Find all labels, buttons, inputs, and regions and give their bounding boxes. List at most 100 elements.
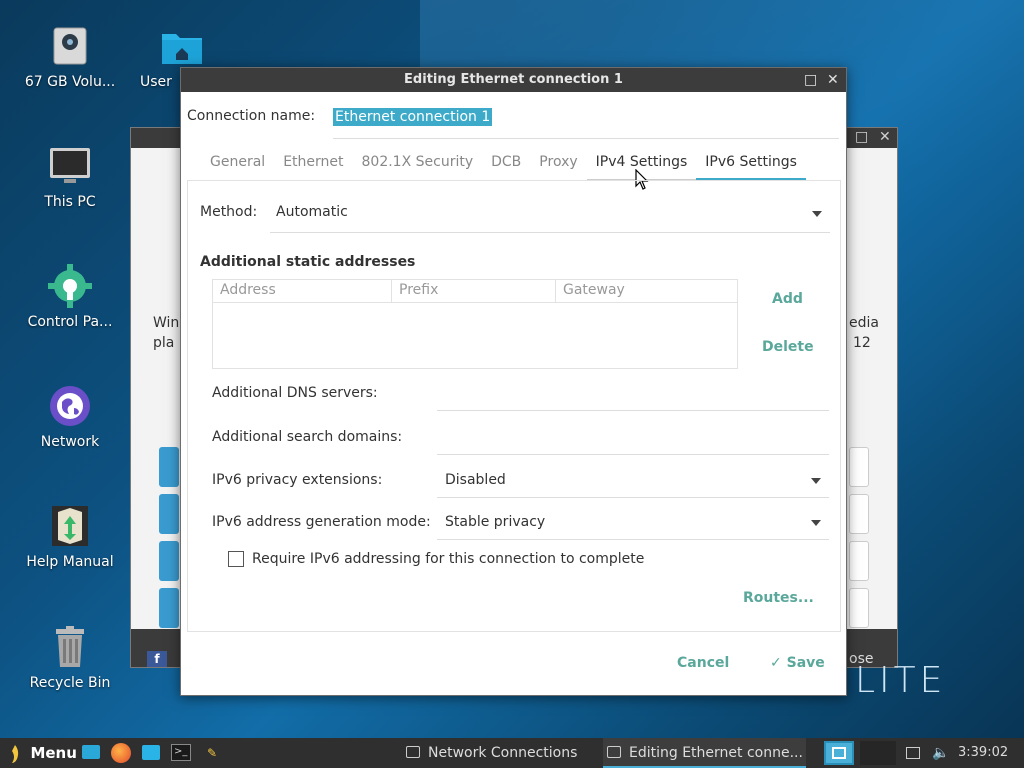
maximize-icon[interactable]: □ [855, 129, 868, 145]
desktop-icon-this-pc[interactable]: This PC [20, 144, 120, 210]
background-tile [159, 541, 179, 581]
dropdown-arrow-icon [811, 478, 821, 484]
window-icon [406, 746, 420, 758]
dns-servers-input[interactable] [437, 377, 829, 411]
branding-text: LITE [855, 660, 947, 701]
network-tray-icon[interactable] [824, 741, 854, 765]
dns-servers-label: Additional DNS servers: [212, 385, 378, 401]
background-tile [159, 447, 179, 487]
background-tile [159, 588, 179, 628]
delete-button[interactable]: Delete [762, 339, 814, 355]
gear-icon [48, 264, 92, 308]
files-launcher-icon[interactable] [82, 745, 100, 759]
desktop-icon-recycle-bin[interactable]: Recycle Bin [20, 625, 120, 691]
dialog-footer: Cancel ✓ Save [181, 633, 846, 695]
dropdown-arrow-icon [811, 520, 821, 526]
help-manual-icon [48, 504, 92, 548]
background-text-left: Win pla [153, 315, 180, 351]
address-generation-label: IPv6 address generation mode: [212, 514, 431, 530]
window-icon [607, 746, 621, 758]
require-ipv6-label: Require IPv6 addressing for this connect… [252, 551, 645, 567]
ipv6-settings-panel: Method: Automatic Additional static addr… [187, 180, 841, 632]
task-network-connections[interactable]: Network Connections [402, 738, 598, 768]
tab-bar: General Ethernet 802.1X Security DCB Pro… [201, 154, 806, 180]
desktop-icon-label: This PC [44, 194, 96, 210]
display-tray-icon[interactable] [906, 747, 920, 759]
desktop-icon-label: Help Manual [26, 554, 114, 570]
checkmark-icon: ✓ [770, 655, 787, 671]
clock[interactable]: 3:39:02 pm [958, 738, 1024, 768]
background-box [849, 494, 869, 534]
method-value: Automatic [276, 204, 348, 220]
static-addresses-table[interactable]: Address Prefix Gateway [212, 279, 738, 369]
desktop-icon-volume[interactable]: 67 GB Volu... [20, 24, 120, 90]
dropdown-arrow-icon [812, 211, 822, 217]
connection-name-input[interactable]: Ethernet connection 1 [333, 108, 493, 126]
connection-name-underline [333, 138, 839, 139]
tab-proxy[interactable]: Proxy [530, 154, 586, 180]
search-domains-input[interactable] [437, 421, 829, 455]
table-header: Address Prefix Gateway [213, 280, 737, 303]
method-dropdown[interactable]: Automatic [270, 197, 830, 233]
facebook-icon[interactable]: f [147, 651, 167, 667]
address-generation-value: Stable privacy [445, 514, 546, 530]
background-box [849, 447, 869, 487]
desktop-icon-label: Network [40, 434, 100, 450]
background-box [849, 588, 869, 628]
desktop-icon-label: 67 GB Volu... [24, 74, 116, 90]
app-launcher-icon[interactable]: ✎ [207, 746, 221, 760]
privacy-extensions-value: Disabled [445, 472, 506, 488]
menu-button[interactable]: Menu [8, 738, 77, 768]
tab-general[interactable]: General [201, 154, 274, 180]
monitor-icon [48, 144, 92, 188]
desktop-icon-control-panel[interactable]: Control Pa... [20, 264, 120, 330]
firefox-icon[interactable] [111, 743, 131, 763]
home-folder-icon [160, 24, 204, 68]
home-folder-launcher-icon[interactable] [142, 745, 160, 760]
close-icon[interactable]: ✕ [879, 129, 891, 145]
close-icon[interactable]: ✕ [827, 68, 839, 92]
column-header-gateway[interactable]: Gateway [556, 280, 737, 302]
tab-ethernet[interactable]: Ethernet [274, 154, 352, 180]
drive-icon [48, 24, 92, 68]
desktop-icon-network[interactable]: Network [20, 384, 120, 450]
taskbar: Menu >_ ✎ Network Connections Editing Et… [0, 738, 1024, 768]
dialog-title: Editing Ethernet connection 1 [404, 72, 623, 87]
connection-name-label: Connection name: [187, 108, 316, 124]
menu-label: Menu [30, 744, 77, 762]
volume-icon[interactable]: 🔈 [932, 738, 949, 768]
address-generation-dropdown[interactable]: Stable privacy [437, 506, 829, 540]
menu-logo-icon [12, 745, 19, 763]
tab-ipv6-settings[interactable]: IPv6 Settings [696, 154, 806, 180]
save-button[interactable]: ✓ Save [770, 655, 825, 671]
require-ipv6-checkbox[interactable] [228, 551, 244, 567]
terminal-icon[interactable]: >_ [171, 744, 191, 761]
save-button-label: Save [786, 655, 825, 671]
tab-dcb[interactable]: DCB [482, 154, 530, 180]
tab-8021x-security[interactable]: 802.1X Security [353, 154, 483, 180]
background-text-right: edia 12 [849, 315, 879, 351]
edit-connection-dialog[interactable]: Editing Ethernet connection 1 □ ✕ Connec… [180, 67, 847, 696]
trash-icon [48, 625, 92, 669]
column-header-address[interactable]: Address [213, 280, 392, 302]
workspace-indicator[interactable] [860, 741, 896, 765]
dialog-titlebar[interactable]: Editing Ethernet connection 1 □ ✕ [181, 68, 846, 92]
search-domains-label: Additional search domains: [212, 429, 403, 445]
static-addresses-heading: Additional static addresses [200, 254, 416, 270]
maximize-icon[interactable]: □ [804, 68, 817, 92]
globe-icon [48, 384, 92, 428]
column-header-prefix[interactable]: Prefix [392, 280, 556, 302]
background-box [849, 541, 869, 581]
task-label: Editing Ethernet conne... [629, 745, 803, 761]
task-label: Network Connections [428, 745, 578, 761]
routes-button[interactable]: Routes... [743, 590, 814, 606]
cancel-button[interactable]: Cancel [677, 655, 729, 671]
background-tile [159, 494, 179, 534]
desktop-icon-label: Recycle Bin [29, 675, 111, 691]
privacy-extensions-dropdown[interactable]: Disabled [437, 464, 829, 498]
task-editing-ethernet[interactable]: Editing Ethernet conne... [603, 738, 806, 768]
desktop-icon-label: Control Pa... [27, 314, 113, 330]
method-label: Method: [200, 204, 258, 220]
add-button[interactable]: Add [772, 291, 803, 307]
desktop-icon-help-manual[interactable]: Help Manual [20, 504, 120, 570]
